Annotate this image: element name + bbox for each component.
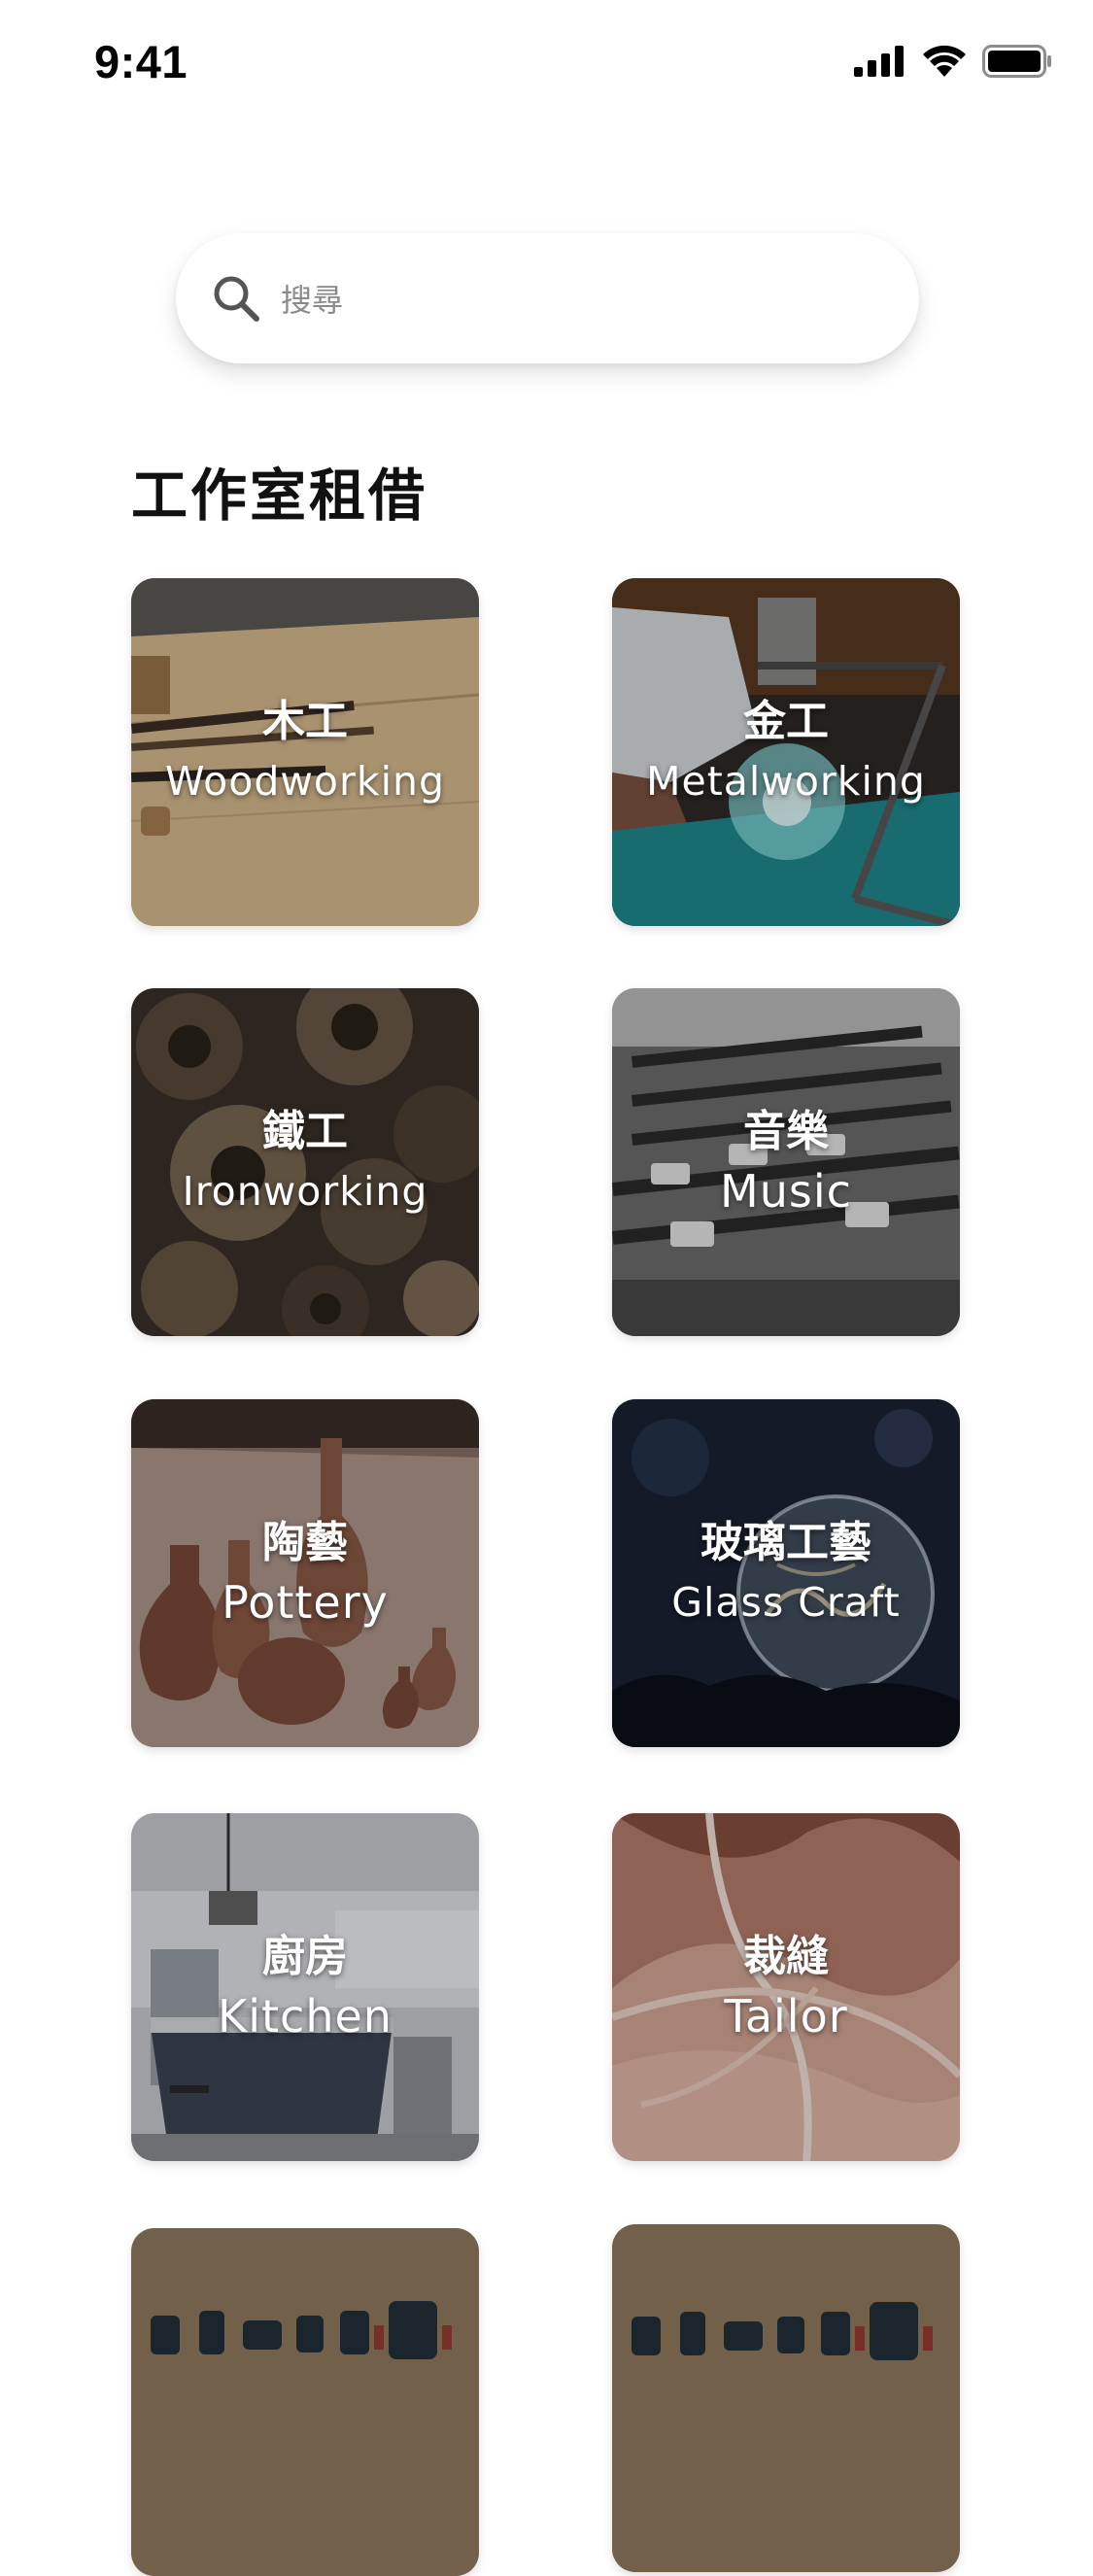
category-label-zh: 金工 xyxy=(743,697,829,746)
category-label-zh: 廚房 xyxy=(262,1932,348,1981)
category-card-10[interactable] xyxy=(612,2224,960,2572)
category-label-en: Kitchen xyxy=(218,1990,393,2043)
category-card-glass-craft[interactable]: 玻璃工藝 Glass Craft xyxy=(612,1399,960,1747)
category-card-music[interactable]: 音樂 Music xyxy=(612,988,960,1336)
category-label-zh: 音樂 xyxy=(743,1107,829,1156)
section-title: 工作室租借 xyxy=(131,463,428,529)
search-icon xyxy=(214,276,259,322)
category-card-pottery[interactable]: 陶藝 Pottery xyxy=(131,1399,479,1747)
category-card-9[interactable] xyxy=(131,2228,479,2576)
wifi-icon xyxy=(923,45,966,77)
category-label-en: Metalworking xyxy=(646,758,926,805)
category-label-zh: 陶藝 xyxy=(262,1518,348,1567)
category-card-woodworking[interactable]: 木工 Woodworking xyxy=(131,578,479,926)
category-label-en: Woodworking xyxy=(165,758,445,805)
category-label-en: Tailor xyxy=(724,1990,848,2043)
category-card-metalworking[interactable]: 金工 Metalworking xyxy=(612,578,960,926)
signal-icon xyxy=(854,46,904,77)
category-label-zh: 玻璃工藝 xyxy=(700,1518,871,1567)
category-label-zh: 裁縫 xyxy=(743,1932,829,1981)
status-bar: 9:41 xyxy=(0,0,1093,126)
search-placeholder: 搜尋 xyxy=(281,282,344,319)
status-time: 9:41 xyxy=(94,36,188,87)
category-label-en: Glass Craft xyxy=(671,1579,901,1626)
category-card-tailor[interactable]: 裁縫 Tailor xyxy=(612,1813,960,2161)
battery-icon xyxy=(982,45,1051,78)
search-bar[interactable]: 搜尋 xyxy=(176,233,919,363)
category-label-zh: 木工 xyxy=(262,697,348,746)
category-label-en: Ironworking xyxy=(182,1168,428,1215)
status-icons xyxy=(854,45,1052,78)
category-card-ironworking[interactable]: 鐵工 Ironworking xyxy=(131,988,479,1336)
category-card-kitchen[interactable]: 廚房 Kitchen xyxy=(131,1813,479,2161)
category-label-zh: 鐵工 xyxy=(262,1107,348,1156)
category-label-en: Music xyxy=(720,1165,852,1218)
category-label-en: Pottery xyxy=(222,1576,389,1629)
